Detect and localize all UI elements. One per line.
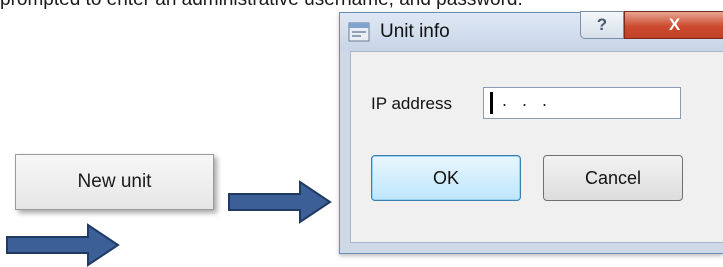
ip-address-value: . . . (502, 90, 548, 110)
dialog-titlebar[interactable]: Unit info ? X (340, 11, 723, 51)
help-button[interactable]: ? (580, 11, 624, 39)
cancel-label: Cancel (584, 167, 642, 188)
text-caret (490, 92, 493, 114)
ip-address-input[interactable]: . . . (483, 87, 681, 119)
right-arrow-icon (6, 223, 120, 267)
help-label: ? (596, 15, 608, 34)
cancel-button[interactable]: Cancel (543, 155, 683, 201)
new-unit-button[interactable]: New unit (15, 154, 214, 210)
close-button[interactable]: X (624, 11, 723, 39)
close-icon: X (668, 15, 681, 34)
ip-address-label: IP address (371, 94, 452, 113)
new-unit-button-label: New unit (77, 171, 152, 192)
ok-label: OK (432, 167, 459, 188)
dialog-body: IP address . . . OK Cancel (350, 51, 723, 243)
window-icon (348, 22, 370, 42)
unit-info-dialog: Unit info ? X IP address . . . OK Cancel (339, 11, 723, 254)
right-arrow-icon (228, 180, 332, 224)
canvas: prompted to enter an administrative user… (0, 0, 723, 267)
dialog-title: Unit info (380, 21, 450, 42)
ok-button[interactable]: OK (371, 155, 521, 201)
